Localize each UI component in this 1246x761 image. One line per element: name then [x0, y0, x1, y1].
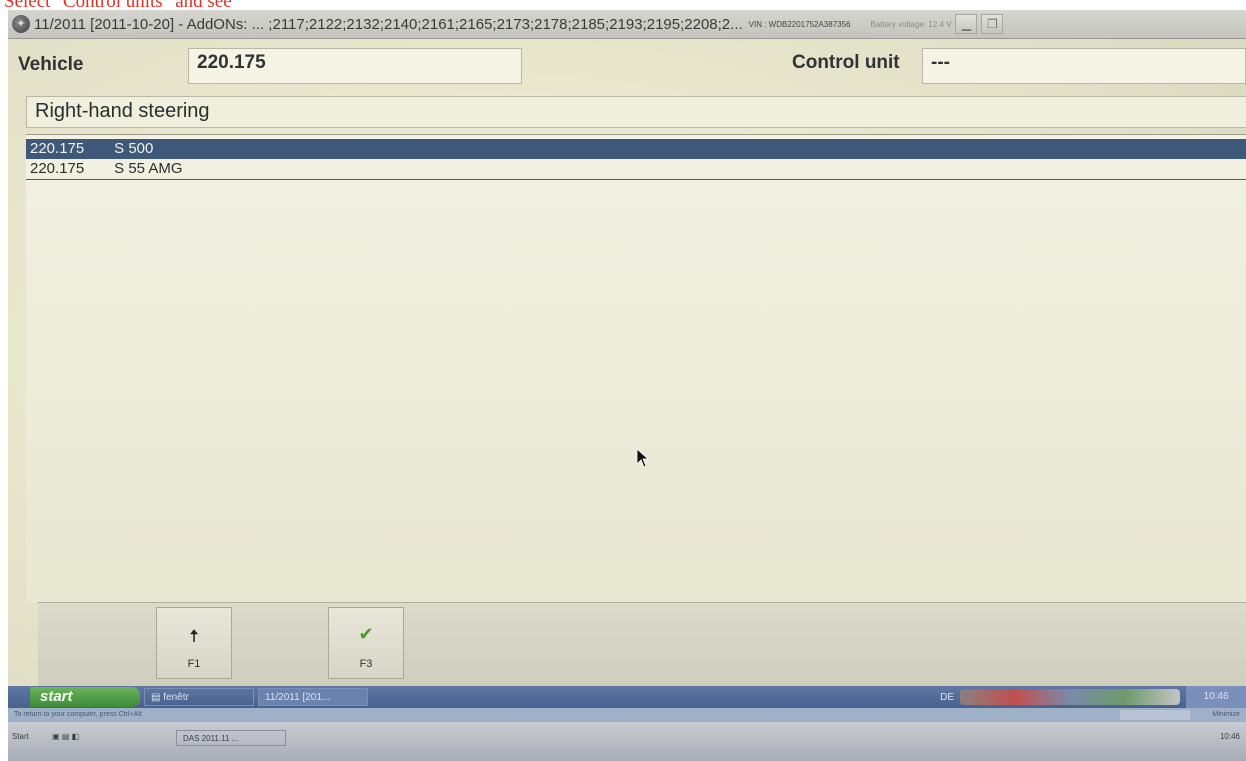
- model-list: 220.175 S 500 220.175 S 55 AMG: [26, 134, 1246, 603]
- host-tray-clock: 10:46: [1219, 732, 1240, 741]
- vin-text: VIN : WDB2201752A387356: [748, 19, 851, 29]
- f1-back-button[interactable]: 🠅 F1: [156, 607, 232, 679]
- remote-controls-icon[interactable]: [1120, 710, 1190, 720]
- host-taskbar: Start ▣ ▤ ◧ DAS 2011.11 ... 10:46: [8, 722, 1246, 761]
- tray-clock: 10:46: [1186, 686, 1246, 708]
- steering-type: Right-hand steering: [26, 96, 1246, 128]
- das-screen: ✦ 11/2011 [2011-10-20] - AddONs: ... ;21…: [8, 10, 1246, 761]
- f1-key-label: F1: [187, 658, 201, 670]
- f3-key-label: F3: [359, 658, 373, 670]
- title-bar: ✦ 11/2011 [2011-10-20] - AddONs: ... ;21…: [8, 10, 1246, 39]
- control-unit-label: Control unit: [792, 52, 900, 73]
- model-name: S 500: [114, 140, 154, 157]
- model-code: 220.175: [30, 160, 85, 177]
- tray-icons[interactable]: [960, 689, 1180, 705]
- taskbar-item-das[interactable]: 11/2011 [201...: [258, 688, 368, 706]
- battery-voltage: Battery voltage: 12.4 V: [870, 19, 952, 29]
- arrow-up-icon: 🠅: [189, 626, 199, 646]
- function-key-bar: 🠅 F1 ✔ F3: [38, 602, 1246, 687]
- minimize-icon[interactable]: ▁: [955, 14, 978, 34]
- taskbar-item-window[interactable]: ▤ fenêtr: [144, 688, 254, 706]
- list-item[interactable]: 220.175 S 500: [26, 139, 1246, 159]
- mercedes-logo-icon: ✦: [12, 15, 30, 33]
- model-name: S 55 AMG: [114, 160, 183, 177]
- status-hint: To return to your computer, press Ctrl+A…: [14, 711, 142, 718]
- taskbar: start ▤ fenêtr 11/2011 [201... DE 10:46: [8, 686, 1246, 708]
- list-item[interactable]: 220.175 S 55 AMG: [26, 159, 1246, 180]
- start-button[interactable]: start: [30, 687, 140, 707]
- restore-icon[interactable]: ❐: [981, 14, 1004, 34]
- remote-status-strip: To return to your computer, press Ctrl+A…: [8, 708, 1246, 722]
- window-title: 11/2011 [2011-10-20] - AddONs: ... ;2117…: [34, 15, 743, 33]
- vehicle-label: Vehicle: [18, 54, 84, 75]
- system-tray: DE 10:46: [940, 686, 1246, 708]
- host-taskbar-item-das[interactable]: DAS 2011.11 ...: [176, 730, 286, 746]
- minimize-link[interactable]: Minimize: [1212, 708, 1240, 722]
- host-start-button[interactable]: Start: [12, 732, 29, 741]
- mouse-cursor-icon: [636, 448, 650, 468]
- language-indicator[interactable]: DE: [940, 692, 954, 703]
- model-code: 220.175: [30, 140, 85, 157]
- control-unit-field[interactable]: ---: [922, 48, 1246, 84]
- vehicle-field[interactable]: 220.175: [188, 48, 522, 84]
- f3-confirm-button[interactable]: ✔ F3: [328, 607, 404, 679]
- quick-launch-icon[interactable]: ▣ ▤ ◧: [52, 732, 79, 741]
- checkmark-icon: ✔: [358, 624, 374, 644]
